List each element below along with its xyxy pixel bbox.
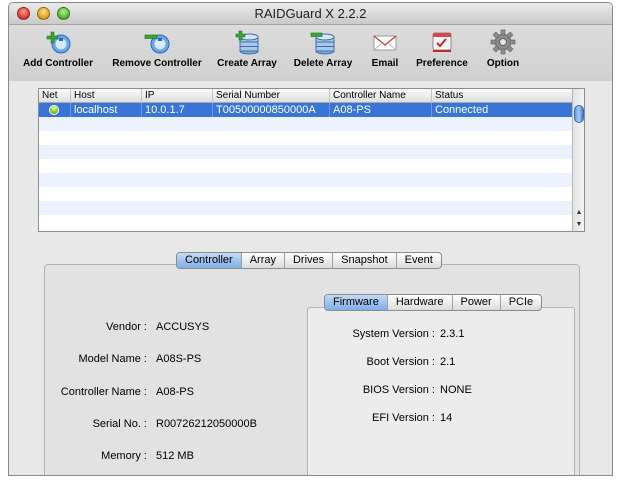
table-row-empty xyxy=(39,215,572,229)
scrollbar-thumb[interactable] xyxy=(574,105,584,123)
table-scrollbar[interactable]: ▲ ▼ xyxy=(572,89,584,231)
scroll-down-arrow-icon[interactable]: ▼ xyxy=(573,219,584,230)
create-array-icon xyxy=(235,30,259,55)
main-tabs: Controller Array Drives Snapshot Event xyxy=(176,252,442,269)
tab-drives[interactable]: Drives xyxy=(285,253,334,268)
controller-name-cell: A08-PS xyxy=(330,103,432,117)
tab-event[interactable]: Event xyxy=(397,253,441,268)
window-title: RAIDGuard X 2.2.2 xyxy=(254,6,367,21)
boot-version-value: 2.1 xyxy=(440,356,456,368)
table-header: Net Host IP Serial Number Controller Nam… xyxy=(39,89,572,103)
table-row-empty xyxy=(39,201,572,215)
vendor-label: Vendor : xyxy=(106,321,147,333)
tab-controller[interactable]: Controller xyxy=(177,253,242,268)
bios-version-label: BIOS Version : xyxy=(362,384,435,396)
model-name-value: A08S-PS xyxy=(156,353,202,365)
efi-version-label: EFI Version : xyxy=(372,412,435,424)
email-icon xyxy=(373,35,397,51)
table-row-empty xyxy=(39,117,572,131)
bios-version-value: NONE xyxy=(440,384,472,396)
column-header-controller-name[interactable]: Controller Name xyxy=(330,89,432,103)
app-window: RAIDGuard X 2.2.2 Add Controller Remove … xyxy=(8,2,613,476)
tab-array[interactable]: Array xyxy=(242,253,285,268)
host-cell: localhost xyxy=(71,103,142,117)
zoom-button[interactable] xyxy=(57,7,70,20)
table-row-empty xyxy=(39,187,572,201)
tab-hardware[interactable]: Hardware xyxy=(388,295,453,310)
system-version-label: System Version : xyxy=(352,328,435,340)
remove-controller-button[interactable]: Remove Controller xyxy=(111,28,203,69)
column-header-status[interactable]: Status xyxy=(432,89,572,103)
column-header-serial-number[interactable]: Serial Number xyxy=(213,89,330,103)
model-name-label: Model Name : xyxy=(78,353,147,365)
serial-no-value: R00726212050000B xyxy=(156,418,257,430)
column-header-net[interactable]: Net xyxy=(39,89,71,103)
table-row-empty xyxy=(39,173,572,187)
memory-value: 512 MB xyxy=(156,450,194,462)
email-button[interactable]: Email xyxy=(365,28,405,69)
tab-pcie[interactable]: PCIe xyxy=(501,295,541,310)
add-controller-button[interactable]: Add Controller xyxy=(23,28,93,69)
tab-power[interactable]: Power xyxy=(453,295,501,310)
net-status-indicator xyxy=(49,105,59,115)
controller-name-value: A08-PS xyxy=(156,386,194,398)
table-row-empty xyxy=(39,131,572,145)
remove-controller-icon xyxy=(144,34,170,54)
net-status-cell xyxy=(39,103,71,117)
serial-no-label: Serial No. : xyxy=(92,418,147,430)
minimize-button[interactable] xyxy=(37,7,50,20)
system-version-value: 2.3.1 xyxy=(440,328,465,340)
scroll-up-arrow-icon[interactable]: ▲ xyxy=(573,207,584,218)
column-header-host[interactable]: Host xyxy=(71,89,142,103)
serial-cell: T00500000850000A xyxy=(213,103,330,117)
close-button[interactable] xyxy=(17,7,30,20)
table-row-empty xyxy=(39,159,572,173)
table-row-empty xyxy=(39,145,572,159)
tab-firmware[interactable]: Firmware xyxy=(325,295,388,310)
controller-name-label: Controller Name : xyxy=(60,386,147,398)
preference-button[interactable]: Preference xyxy=(415,28,469,69)
table-row[interactable]: localhost 10.0.1.7 T00500000850000A A08-… xyxy=(39,103,572,117)
column-header-ip[interactable]: IP xyxy=(142,89,213,103)
efi-version-value: 14 xyxy=(440,412,453,424)
boot-version-label: Boot Version : xyxy=(366,356,436,368)
sub-tabs: Firmware Hardware Power PCIe xyxy=(324,294,543,311)
delete-array-button[interactable]: Delete Array xyxy=(293,28,353,69)
delete-array-icon xyxy=(310,32,335,55)
title-bar: RAIDGuard X 2.2.2 xyxy=(9,3,612,25)
preference-icon xyxy=(432,32,452,52)
gear-icon xyxy=(490,29,516,55)
table-body: localhost 10.0.1.7 T00500000850000A A08-… xyxy=(39,103,572,231)
controller-table: Net Host IP Serial Number Controller Nam… xyxy=(38,88,585,232)
tab-snapshot[interactable]: Snapshot xyxy=(333,253,397,268)
option-button[interactable]: Option xyxy=(483,28,523,69)
memory-label: Memory : xyxy=(101,450,147,462)
status-cell: Connected xyxy=(435,104,489,116)
add-controller-icon xyxy=(46,31,71,54)
toolbar: Add Controller Remove Controller Create … xyxy=(9,25,612,81)
create-array-button[interactable]: Create Array xyxy=(217,28,277,69)
ip-cell: 10.0.1.7 xyxy=(142,103,213,117)
vendor-value: ACCUSYS xyxy=(156,321,210,333)
